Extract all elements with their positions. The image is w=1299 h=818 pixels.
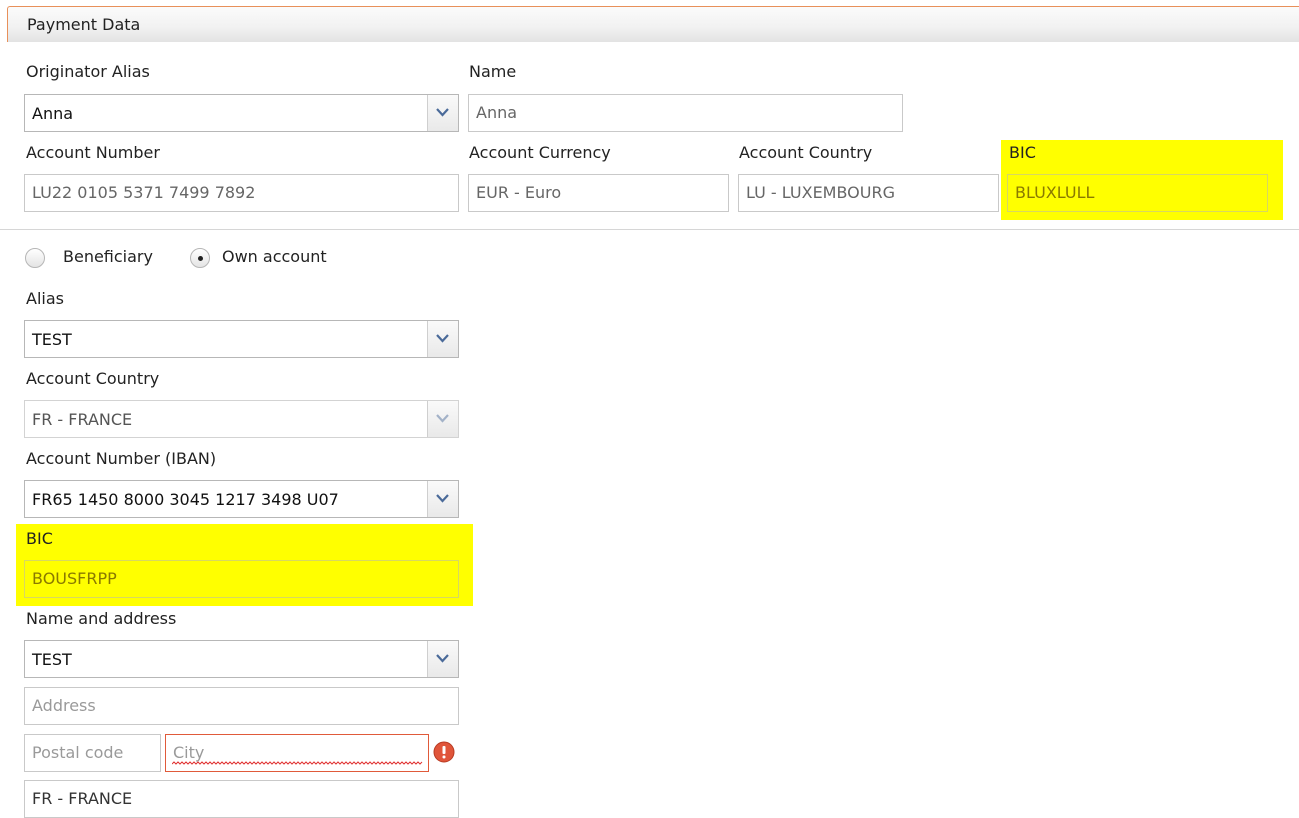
- own-account-radio-label[interactable]: Own account: [222, 247, 327, 266]
- section-title: Payment Data: [27, 15, 141, 34]
- address-field[interactable]: Address: [24, 687, 459, 725]
- chevron-down-icon: [436, 494, 449, 503]
- beneficiary-account-country-label: Account Country: [26, 369, 160, 388]
- own-account-radio[interactable]: [190, 248, 210, 268]
- beneficiary-account-country-dropdown-button[interactable]: [427, 401, 458, 437]
- alias-select[interactable]: TEST: [24, 320, 459, 358]
- alias-label: Alias: [26, 289, 64, 308]
- account-country-field[interactable]: LU - LUXEMBOURG: [738, 174, 999, 212]
- chevron-down-icon: [436, 334, 449, 343]
- iban-dropdown-button[interactable]: [427, 481, 458, 517]
- city-placeholder: City: [173, 743, 205, 762]
- originator-alias-value: Anna: [32, 104, 74, 123]
- city-field[interactable]: City: [165, 734, 429, 772]
- chevron-down-icon: [436, 414, 449, 423]
- account-country-label: Account Country: [739, 143, 873, 162]
- chevron-down-icon: [436, 654, 449, 663]
- name-and-address-label: Name and address: [26, 609, 177, 628]
- alias-dropdown-button[interactable]: [427, 321, 458, 357]
- payment-data-header: Payment Data: [7, 6, 1299, 42]
- name-field[interactable]: Anna: [468, 94, 903, 132]
- originator-alias-label: Originator Alias: [26, 62, 150, 81]
- beneficiary-radio-label[interactable]: Beneficiary: [63, 247, 153, 266]
- beneficiary-name-value: TEST: [32, 650, 72, 669]
- iban-label: Account Number (IBAN): [26, 449, 217, 468]
- spellcheck-underline: [172, 761, 423, 765]
- account-currency-label: Account Currency: [469, 143, 611, 162]
- account-number-label: Account Number: [26, 143, 160, 162]
- postal-code-field[interactable]: Postal code: [24, 734, 161, 772]
- section-divider: [0, 229, 1299, 230]
- originator-alias-select[interactable]: Anna: [24, 94, 459, 132]
- iban-select[interactable]: FR65 1450 8000 3045 1217 3498 U07: [24, 480, 459, 518]
- alias-value: TEST: [32, 330, 72, 349]
- beneficiary-account-country-value: FR - FRANCE: [32, 410, 133, 429]
- name-label: Name: [469, 62, 517, 81]
- beneficiary-name-dropdown-button[interactable]: [427, 641, 458, 677]
- account-currency-field[interactable]: EUR - Euro: [468, 174, 729, 212]
- radio-selected-dot: [198, 256, 203, 261]
- account-number-field[interactable]: LU22 0105 5371 7499 7892: [24, 174, 459, 212]
- originator-bic-field[interactable]: BLUXLULL: [1007, 174, 1268, 212]
- chevron-down-icon: [436, 108, 449, 117]
- error-icon: [433, 741, 455, 763]
- beneficiary-radio[interactable]: [25, 248, 45, 268]
- originator-bic-label: BIC: [1009, 143, 1036, 162]
- beneficiary-bic-field[interactable]: BOUSFRPP: [24, 560, 459, 598]
- beneficiary-name-select[interactable]: TEST: [24, 640, 459, 678]
- country-field[interactable]: FR - FRANCE: [24, 780, 459, 818]
- originator-alias-dropdown-button[interactable]: [427, 95, 458, 131]
- beneficiary-bic-label: BIC: [26, 529, 53, 548]
- iban-value: FR65 1450 8000 3045 1217 3498 U07: [32, 490, 339, 509]
- beneficiary-account-country-select[interactable]: FR - FRANCE: [24, 400, 459, 438]
